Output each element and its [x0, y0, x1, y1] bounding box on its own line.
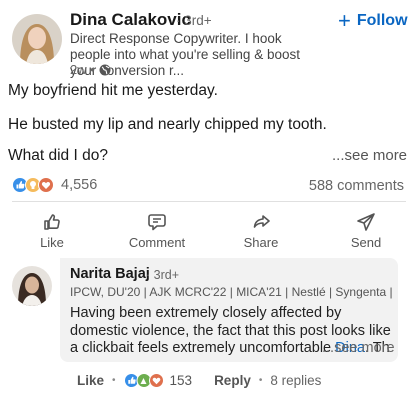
separator-dot: •: [112, 375, 116, 386]
celebrate-reaction-icon: [136, 373, 152, 388]
send-button[interactable]: Send: [326, 212, 406, 250]
replies-count[interactable]: 8 replies: [270, 373, 321, 388]
author-avatar[interactable]: [12, 14, 62, 64]
post-meta: 2w •: [70, 62, 111, 77]
comment-reaction-icons: [123, 373, 164, 388]
comment-button[interactable]: Comment: [117, 212, 197, 250]
divider: [12, 201, 406, 202]
separator-dot: •: [258, 375, 263, 386]
post-text-line: What did I do?: [8, 147, 108, 164]
plus-icon: +: [338, 8, 351, 33]
post-text-line: My boyfriend hit me yesterday.: [8, 82, 218, 99]
see-more-link[interactable]: ...see more: [332, 147, 407, 164]
send-label: Send: [350, 235, 382, 250]
reactions-summary[interactable]: 4,556: [12, 177, 97, 193]
author-name[interactable]: Dina Calakovic: [70, 10, 191, 30]
comment-reactions[interactable]: 153: [123, 373, 193, 388]
globe-icon: [99, 64, 111, 75]
post-time: 2w •: [70, 62, 95, 77]
comments-count[interactable]: 588 comments: [309, 178, 404, 194]
like-button[interactable]: Like: [12, 212, 92, 250]
like-reaction-icon: [123, 373, 139, 388]
connection-degree: · 3rd+: [176, 13, 212, 28]
comment-like-button[interactable]: Like: [77, 373, 104, 388]
thumb-up-icon: [44, 214, 60, 230]
share-button[interactable]: Share: [221, 212, 301, 250]
send-icon: [357, 213, 375, 231]
share-label: Share: [243, 235, 279, 250]
commenter-avatar[interactable]: [12, 266, 52, 306]
share-arrow-icon: [253, 215, 270, 228]
comment-actions: Like • 153 Reply • 8 replies: [77, 373, 321, 388]
like-label: Like: [40, 235, 64, 250]
comment-see-more-link[interactable]: ...see more: [322, 340, 395, 356]
commenter-degree: · 3rd+: [146, 268, 180, 282]
post-text-line: He busted my lip and nearly chipped my t…: [8, 116, 327, 133]
love-reaction-icon: [38, 177, 54, 193]
commenter-name[interactable]: Narita Bajaj: [70, 266, 150, 282]
comment-label: Comment: [128, 235, 186, 250]
comment-reaction-count: 153: [169, 373, 193, 388]
reply-button[interactable]: Reply: [214, 373, 251, 388]
comment-icon: [148, 214, 166, 231]
follow-button[interactable]: + Follow: [338, 8, 408, 33]
follow-label: Follow: [356, 12, 408, 29]
reaction-count: 4,556: [61, 177, 98, 193]
love-reaction-icon: [148, 373, 164, 388]
commenter-headline: IPCW, DU'20 | AJK MCRC'22 | MICA'21 | Ne…: [70, 285, 392, 299]
reaction-icons: [12, 177, 54, 193]
